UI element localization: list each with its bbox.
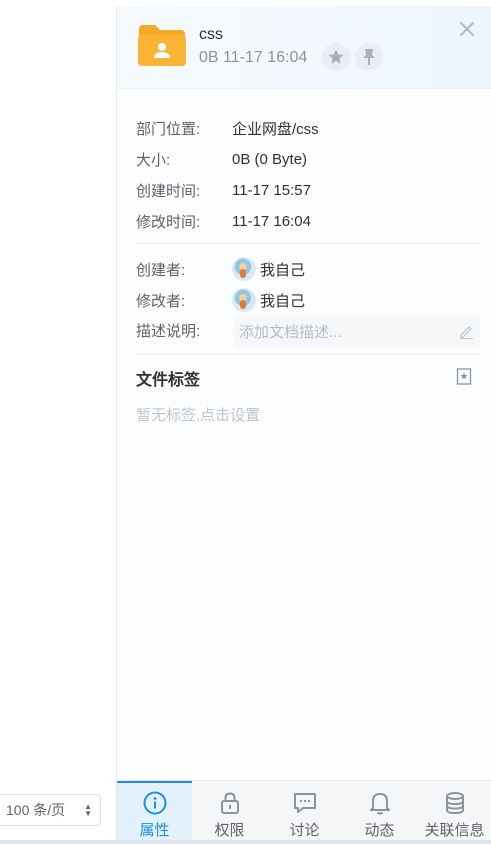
property-created-time: 创建时间: 11-17 15:57 <box>136 179 311 201</box>
avatar <box>232 288 256 312</box>
modifier-value: 我自己 <box>260 292 306 310</box>
panel-header: css 0B 11-17 16:04 <box>117 6 491 89</box>
description-input[interactable]: 添加文档描述... <box>233 315 480 348</box>
page-size-select[interactable]: 100 条/页 ▲ ▼ <box>0 794 101 826</box>
tags-empty-text[interactable]: 暂无标签,点击设置 <box>136 404 260 425</box>
property-value: 11-17 16:04 <box>232 212 311 230</box>
detail-tabbar: 属性 权限 讨论 动态 关联信息 <box>117 780 491 844</box>
property-modified-time: 修改时间: 11-17 16:04 <box>136 210 311 232</box>
edit-icon[interactable] <box>458 323 474 339</box>
database-icon <box>445 792 464 815</box>
page-size-label: 100 条/页 <box>6 802 66 818</box>
file-detail-panel: css 0B 11-17 16:04 部门位置: 企业网盘/css 大小: 0B… <box>116 6 491 844</box>
pin-button[interactable] <box>355 43 383 71</box>
property-modifier: 修改者: 我自己 <box>136 288 305 312</box>
close-icon[interactable] <box>457 19 477 39</box>
avatar <box>232 257 256 281</box>
divider <box>136 243 481 244</box>
tab-related-info[interactable]: 关联信息 <box>417 781 491 844</box>
tab-discussion[interactable]: 讨论 <box>267 781 342 844</box>
pin-icon <box>363 49 375 65</box>
property-label: 大小: <box>136 151 171 169</box>
creator-value: 我自己 <box>260 261 306 279</box>
star-icon <box>328 49 344 64</box>
modifier-label: 修改者: <box>136 292 186 310</box>
property-value: 11-17 15:57 <box>232 181 311 199</box>
select-arrows-icon: ▲ ▼ <box>84 802 92 818</box>
tab-activity[interactable]: 动态 <box>342 781 417 844</box>
bookmark-icon[interactable] <box>456 368 472 385</box>
property-location: 部门位置: 企业网盘/css <box>136 117 319 139</box>
property-creator: 创建者: 我自己 <box>136 257 305 281</box>
lock-icon <box>220 792 239 814</box>
tab-label: 权限 <box>214 822 245 839</box>
tab-permissions[interactable]: 权限 <box>192 781 267 844</box>
property-size: 大小: 0B (0 Byte) <box>136 148 307 170</box>
tags-title: 文件标签 <box>136 372 201 389</box>
info-icon <box>143 791 166 815</box>
property-label: 修改时间: <box>136 213 201 231</box>
divider <box>136 354 481 355</box>
property-value: 企业网盘/css <box>232 120 319 138</box>
description-label: 描述说明: <box>136 322 201 340</box>
property-value: 0B (0 Byte) <box>232 150 308 168</box>
favorite-button[interactable] <box>322 43 350 71</box>
file-detail-screen: 100 条/页 ▲ ▼ css 0B 11-17 16:04 部门位置: 企业网… <box>0 0 491 844</box>
property-description: 描述说明: <box>136 319 232 341</box>
creator-label: 创建者: <box>136 261 186 279</box>
chat-icon <box>293 793 316 813</box>
file-list-area: 100 条/页 ▲ ▼ <box>0 0 116 844</box>
file-name: css <box>199 26 223 43</box>
folder-icon <box>138 25 186 66</box>
tab-label: 讨论 <box>289 822 320 839</box>
tab-properties[interactable]: 属性 <box>117 781 192 844</box>
tab-label: 关联信息 <box>424 822 485 839</box>
property-label: 创建时间: <box>136 182 201 200</box>
bell-icon <box>369 793 390 815</box>
bottom-edge <box>0 840 491 844</box>
file-meta: 0B 11-17 16:04 <box>199 49 308 66</box>
tab-label: 动态 <box>364 822 395 839</box>
property-label: 部门位置: <box>136 120 201 138</box>
tab-label: 属性 <box>139 822 170 839</box>
description-placeholder: 添加文档描述... <box>239 324 342 341</box>
